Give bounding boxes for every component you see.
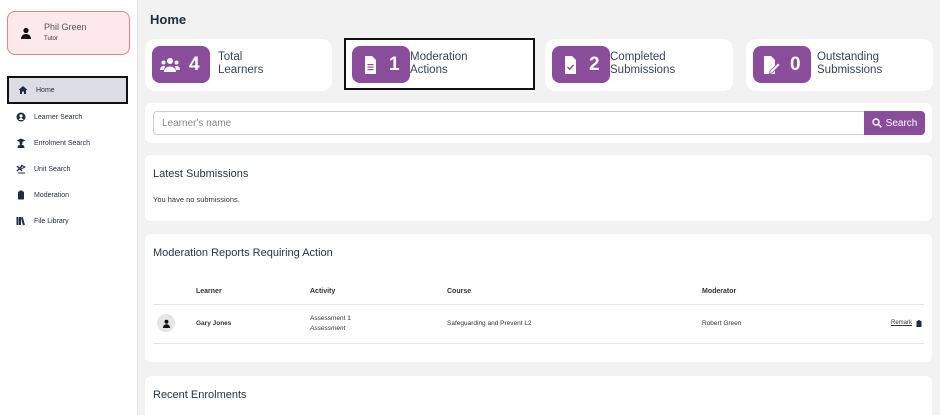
sidebar-item-home[interactable]: Home [7, 76, 128, 104]
person-icon [162, 319, 170, 328]
stat-label: Total Learners [218, 51, 313, 77]
user-card[interactable]: Phil Green Tutor [7, 11, 130, 55]
stat-value: 1 [389, 54, 400, 75]
column-header-learner: Learner [196, 288, 222, 295]
user-role: Tutor [44, 36, 58, 42]
moderation-reports-panel: Moderation Reports Requiring Action Lear… [145, 234, 932, 362]
sidebar-item-learner-search[interactable]: Learner Search [7, 104, 128, 130]
remark-link[interactable]: Remark [891, 320, 912, 326]
stat-card-outstanding-submissions[interactable]: 0 Outstanding Submissions [746, 39, 933, 91]
sidebar-item-label: Learner Search [34, 113, 83, 121]
home-icon [18, 85, 28, 95]
sidebar-item-label: Moderation [34, 191, 70, 199]
graduate-icon [16, 138, 26, 148]
stat-card-moderation-actions[interactable]: 1 Moderation Actions [344, 38, 535, 90]
users-icon [160, 58, 180, 72]
moderation-reports-title: Moderation Reports Requiring Action [153, 247, 333, 259]
sidebar-item-label: File Library [34, 217, 69, 225]
activity-type: Assessment [310, 325, 346, 332]
sidebar: Phil Green Tutor Home Learner Search Enr… [0, 0, 138, 415]
stat-label-line1: Total [218, 51, 243, 63]
document-icon [365, 56, 376, 74]
stat-label-line1: Outstanding [817, 51, 880, 63]
sidebar-item-label: Enrolment Search [34, 139, 91, 147]
column-header-activity: Activity [310, 288, 336, 295]
moderator-name: Robert Green [702, 320, 742, 327]
search-icon [871, 118, 882, 128]
sidebar-item-unit-search[interactable]: Unit Search [7, 156, 128, 182]
clipboard-icon[interactable] [916, 320, 922, 327]
stat-value: 2 [589, 54, 600, 75]
stat-label: Moderation Actions [410, 51, 505, 77]
stat-value: 0 [790, 54, 801, 75]
sidebar-item-label: Home [36, 86, 55, 94]
stat-label: Completed Submissions [610, 51, 705, 77]
sidebar-item-enrolment-search[interactable]: Enrolment Search [7, 130, 128, 156]
activity-name: Assessment 1 [310, 315, 351, 322]
library-icon [16, 216, 26, 226]
search-button[interactable]: Search [864, 111, 925, 135]
stat-badge: 2 [552, 46, 610, 83]
stat-card-total-learners[interactable]: 4 Total Learners [145, 39, 332, 91]
stat-label-line2: Submissions [817, 64, 883, 76]
search-button-label: Search [885, 117, 918, 129]
clipboard-icon [16, 190, 26, 200]
stat-label-line2: Learners [218, 64, 264, 76]
learner-search-bar: Search [145, 103, 932, 143]
latest-submissions-title: Latest Submissions [153, 168, 249, 180]
sidebar-nav: Home Learner Search Enrolment Search Uni… [7, 76, 128, 234]
learner-name-input[interactable] [153, 111, 865, 135]
stat-label-line1: Moderation [410, 51, 468, 63]
course-name: Safeguarding and Prevent L2 [447, 320, 532, 327]
stat-value: 4 [189, 54, 200, 75]
stat-badge: 0 [753, 46, 811, 83]
stat-badge: 1 [352, 46, 410, 83]
stat-label: Outstanding Submissions [817, 51, 912, 77]
user-name: Phil Green [44, 22, 87, 32]
learner-name: Gary Jones [196, 320, 232, 327]
column-header-moderator: Moderator [702, 288, 737, 295]
page-title: Home [150, 12, 187, 27]
unit-search-icon [16, 164, 26, 174]
table-divider [153, 304, 924, 305]
sidebar-item-label: Unit Search [34, 165, 71, 173]
stat-card-completed-submissions[interactable]: 2 Completed Submissions [545, 39, 733, 91]
no-submissions-text: You have no submissions. [153, 195, 240, 204]
sidebar-item-moderation[interactable]: Moderation [7, 182, 128, 208]
latest-submissions-panel: Latest Submissions You have no submissio… [145, 155, 932, 221]
stat-label-line2: Submissions [610, 64, 676, 76]
recent-enrolments-panel: Recent Enrolments [145, 376, 932, 415]
stat-badge: 4 [152, 46, 210, 83]
column-header-course: Course [447, 288, 472, 295]
document-check-icon [565, 56, 576, 74]
recent-enrolments-title: Recent Enrolments [153, 389, 247, 401]
sidebar-item-file-library[interactable]: File Library [7, 208, 128, 234]
stat-label-line2: Actions [410, 64, 448, 76]
person-icon [21, 27, 31, 39]
user-circle-icon [16, 112, 26, 122]
stat-label-line1: Completed [610, 51, 666, 63]
document-edit-icon [764, 56, 781, 74]
avatar [157, 314, 175, 332]
table-divider [153, 343, 924, 344]
